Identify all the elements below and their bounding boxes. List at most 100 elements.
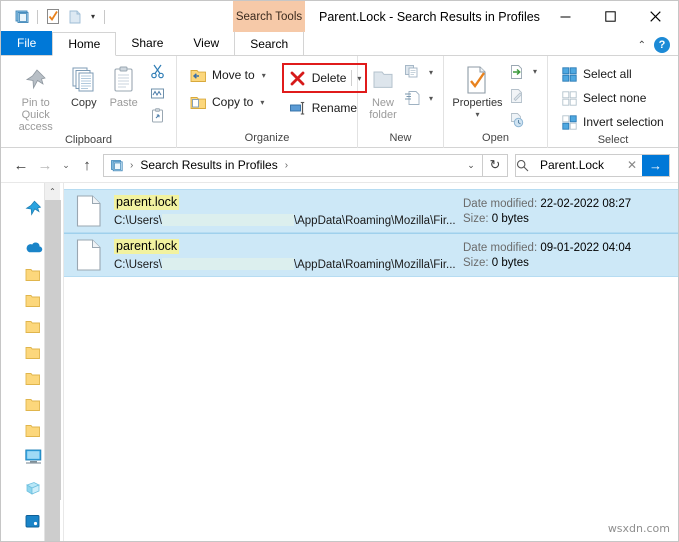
new-folder-large-icon xyxy=(370,63,396,97)
file-size-label: Size: xyxy=(463,256,489,269)
tab-search[interactable]: Search xyxy=(234,31,305,55)
open-small-buttons: ▾ xyxy=(504,59,541,130)
file-size-value: 0 bytes xyxy=(491,256,529,269)
pin-icon xyxy=(23,63,49,97)
paste-shortcut-button[interactable] xyxy=(144,105,170,126)
easy-access-button[interactable]: ▾ xyxy=(400,87,437,109)
tab-view[interactable]: View xyxy=(178,31,234,55)
file-path-suffix: \AppData\Roaming\Mozilla\Fir... xyxy=(293,259,456,271)
new-folder-button[interactable]: New folder xyxy=(366,59,400,121)
cut-button[interactable] xyxy=(144,61,170,82)
nav-item-folder-1[interactable] xyxy=(25,266,43,284)
properties-caret[interactable]: ▾ xyxy=(475,109,479,121)
file-list[interactable]: parent.lock C:\Users\ \AppData\Roaming\Mo… xyxy=(64,183,678,541)
nav-item-folder-7[interactable] xyxy=(25,422,43,440)
breadcrumb-root-icon[interactable] xyxy=(108,158,125,173)
tab-home[interactable]: Home xyxy=(52,32,117,56)
nav-item-folder-3[interactable] xyxy=(25,318,43,336)
checkmark-properties-icon[interactable] xyxy=(42,6,64,28)
new-item-caret[interactable]: ▾ xyxy=(429,68,433,77)
collapse-ribbon-icon[interactable]: ⌃ xyxy=(638,40,646,51)
copy-button[interactable]: Copy xyxy=(64,59,103,109)
refresh-button[interactable]: ↻ xyxy=(483,153,508,177)
open-caret[interactable]: ▾ xyxy=(533,67,537,76)
properties-button[interactable]: Properties ▾ xyxy=(451,59,504,121)
ribbon-group-select: Select all Select none Invert selection … xyxy=(548,56,678,148)
open-group-label: Open xyxy=(482,132,509,144)
select-none-button[interactable]: Select none xyxy=(556,87,668,109)
nav-item-local-disk[interactable] xyxy=(25,512,43,530)
paste-button[interactable]: Paste xyxy=(103,59,144,109)
breadcrumb-separator-1[interactable]: › xyxy=(280,160,293,171)
invert-selection-button[interactable]: Invert selection xyxy=(556,111,668,133)
table-row[interactable]: parent.lock C:\Users\ \AppData\Roaming\Mo… xyxy=(64,233,678,277)
nav-item-folder-5[interactable] xyxy=(25,370,43,388)
pin-label-line1: Pin to Quick xyxy=(21,97,50,121)
rename-button[interactable]: Rename xyxy=(285,96,368,120)
up-button[interactable]: ↑ xyxy=(75,153,99,177)
move-to-button[interactable]: Move to ▾ xyxy=(185,63,270,87)
scrollbar-up-button[interactable]: ⌃ xyxy=(45,183,60,200)
ribbon-group-new: New folder ▾ ▾ New xyxy=(358,56,444,148)
nav-item-this-pc[interactable] xyxy=(25,448,43,466)
nav-item-onedrive[interactable] xyxy=(25,238,43,256)
file-path-masked xyxy=(161,258,294,270)
breadcrumb-item-search-results[interactable]: Search Results in Profiles xyxy=(138,158,279,172)
back-button[interactable]: ← xyxy=(9,153,33,177)
new-folder-icon[interactable] xyxy=(64,6,86,28)
folder-properties-icon[interactable] xyxy=(11,6,33,28)
quick-access-toolbar: ▾ xyxy=(1,1,109,32)
search-box[interactable]: Parent.Lock ✕ → xyxy=(515,153,670,177)
copy-path-button[interactable] xyxy=(144,83,170,104)
file-path: C:\Users\ \AppData\Roaming\Mozilla\Fir... xyxy=(114,212,463,227)
help-icon[interactable]: ? xyxy=(654,37,670,53)
minimize-button[interactable] xyxy=(543,1,588,32)
organize-col-2: Delete ▾ Rename xyxy=(281,59,368,120)
search-input[interactable]: Parent.Lock xyxy=(540,158,622,172)
search-clear-icon[interactable]: ✕ xyxy=(622,158,642,172)
qat-dropdown-icon[interactable]: ▾ xyxy=(86,6,100,28)
nav-item-folder-2[interactable] xyxy=(25,292,43,310)
window-controls xyxy=(543,1,678,32)
nav-item-quick-access[interactable] xyxy=(25,199,43,217)
file-main-info: parent.lock C:\Users\ \AppData\Roaming\Mo… xyxy=(114,195,463,227)
clipboard-small-buttons xyxy=(144,59,170,126)
tab-share[interactable]: Share xyxy=(116,31,178,55)
select-all-button[interactable]: Select all xyxy=(556,63,668,85)
new-folder-label-line2: folder xyxy=(369,109,397,121)
recent-locations-button[interactable]: ⌄ xyxy=(57,153,75,177)
nav-item-network-drive[interactable] xyxy=(25,480,43,498)
copy-to-button[interactable]: Copy to ▾ xyxy=(185,90,270,114)
open-button[interactable]: ▾ xyxy=(504,61,541,82)
delete-split-separator xyxy=(351,70,353,86)
maximize-button[interactable] xyxy=(588,1,633,32)
file-icon xyxy=(76,239,102,271)
file-date-label: Date modified: xyxy=(463,241,538,254)
history-icon xyxy=(508,111,526,129)
new-folder-label-line1: New xyxy=(371,97,394,109)
easy-access-caret[interactable]: ▾ xyxy=(429,94,433,103)
close-button[interactable] xyxy=(633,1,678,32)
nav-item-folder-4[interactable] xyxy=(25,344,43,362)
select-all-icon xyxy=(560,65,578,83)
edit-button[interactable] xyxy=(504,85,541,106)
file-date-line: Date modified: 22-02-2022 08:27 xyxy=(463,198,670,210)
title-bar: ▾ Search Tools Parent.Lock - Search Resu… xyxy=(1,1,678,32)
breadcrumb-dropdown-icon[interactable]: ⌄ xyxy=(462,160,480,171)
copy-label: Copy xyxy=(70,97,97,109)
pin-to-quick-access-button[interactable]: Pin to Quick access xyxy=(7,59,64,133)
navigation-pane-scrollbar[interactable]: ⌃ xyxy=(44,183,61,541)
move-to-caret[interactable]: ▾ xyxy=(262,71,266,80)
search-go-button[interactable]: → xyxy=(642,154,669,176)
new-item-button[interactable]: ▾ xyxy=(400,61,437,83)
breadcrumb-separator-0[interactable]: › xyxy=(125,160,138,171)
forward-button[interactable]: → xyxy=(33,153,57,177)
nav-item-folder-6[interactable] xyxy=(25,396,43,414)
tab-file[interactable]: File xyxy=(1,31,53,55)
breadcrumb-bar[interactable]: › Search Results in Profiles › ⌄ xyxy=(103,153,483,177)
copy-to-caret[interactable]: ▾ xyxy=(260,98,264,107)
scrollbar-thumb[interactable] xyxy=(45,200,61,500)
table-row[interactable]: parent.lock C:\Users\ \AppData\Roaming\Mo… xyxy=(64,189,678,233)
delete-button[interactable]: Delete xyxy=(285,66,349,90)
history-button[interactable] xyxy=(504,109,541,130)
